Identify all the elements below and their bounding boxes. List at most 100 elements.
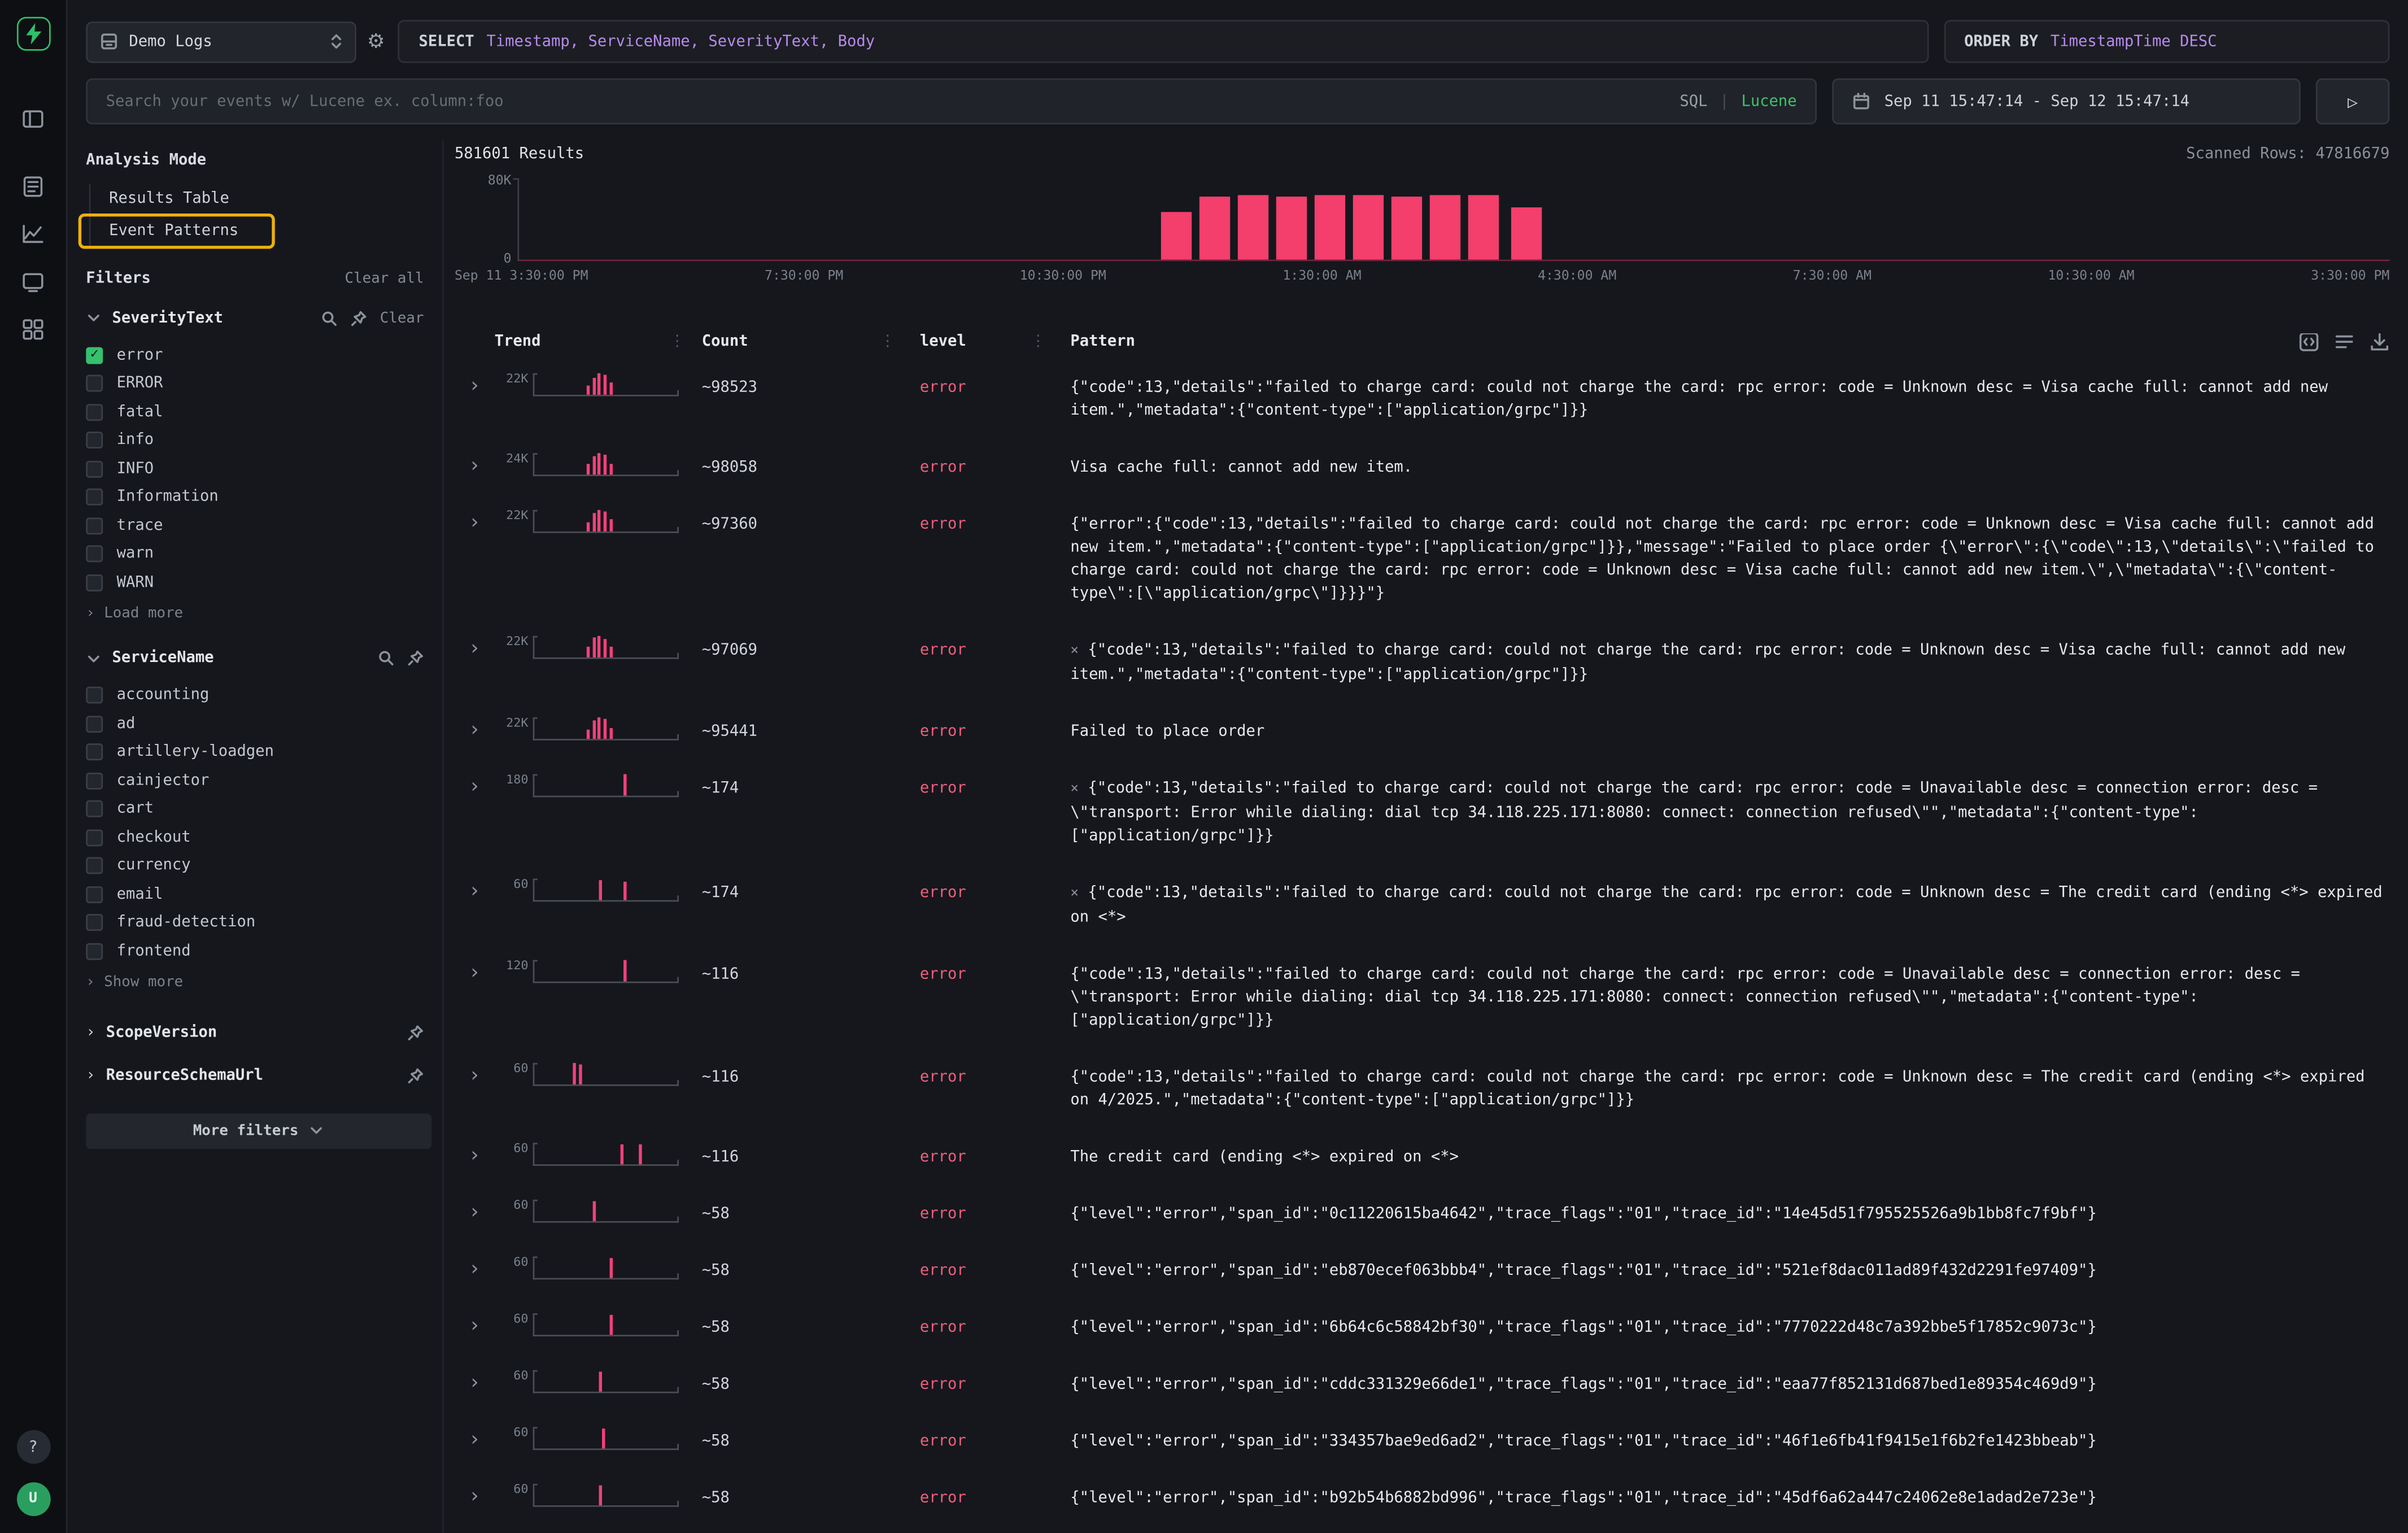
logs-icon[interactable] — [13, 167, 53, 204]
expand-chevron-icon[interactable]: › — [455, 1066, 495, 1087]
checkbox[interactable] — [86, 460, 103, 477]
filter-option-checkout[interactable]: checkout — [86, 824, 430, 852]
bolt-logo-icon[interactable] — [16, 17, 50, 51]
pattern-row[interactable]: › 60 ~116 error The credit card (ending … — [455, 1129, 2389, 1186]
checkbox[interactable] — [86, 404, 103, 421]
header-pattern[interactable]: Pattern — [1052, 333, 2390, 350]
pin-icon[interactable] — [407, 1025, 424, 1042]
help-button[interactable]: ? — [16, 1430, 50, 1464]
checkbox[interactable] — [86, 943, 103, 960]
filter-group-name[interactable]: SeverityText — [112, 310, 311, 326]
filter-option-cart[interactable]: cart — [86, 795, 430, 823]
expand-chevron-icon[interactable]: › — [455, 963, 495, 985]
checkbox[interactable] — [86, 772, 103, 789]
expand-chevron-icon[interactable]: › — [455, 720, 495, 742]
header-level[interactable]: level ⋮ — [901, 333, 1052, 350]
mode-item-results-table[interactable]: Results Table — [90, 184, 245, 214]
source-select[interactable]: Demo Logs — [86, 21, 356, 62]
pattern-row[interactable]: › 120 ~116 error {"code":13,"details":"f… — [455, 946, 2389, 1049]
checkbox[interactable] — [86, 517, 103, 534]
pattern-row[interactable]: › 60 ~58 error {"level":"error","span_id… — [455, 1186, 2389, 1243]
filter-option-ad[interactable]: ad — [86, 709, 430, 738]
filter-option-cainjector[interactable]: cainjector — [86, 766, 430, 795]
checkbox[interactable] — [86, 857, 103, 874]
chart-icon[interactable] — [13, 215, 53, 252]
show-more-button[interactable]: › Show more — [86, 969, 430, 996]
filter-option-fraud-detection[interactable]: fraud-detection — [86, 909, 430, 937]
order-by-input[interactable]: ORDER BY TimestampTime DESC — [1944, 20, 2390, 63]
search-icon[interactable] — [378, 650, 395, 667]
clear-group-button[interactable]: Clear — [380, 310, 424, 326]
expand-chevron-icon[interactable]: › — [455, 1430, 495, 1452]
header-count[interactable]: Count ⋮ — [691, 333, 902, 350]
checkbox[interactable] — [86, 546, 103, 563]
filter-option-warn[interactable]: warn — [86, 540, 430, 568]
load-more-button[interactable]: › Load more — [86, 600, 430, 628]
pattern-row[interactable]: › 60 ~58 error {"level":"error","span_id… — [455, 1243, 2389, 1300]
filter-option-ERROR[interactable]: ERROR — [86, 369, 430, 398]
table-options-icon[interactable] — [2334, 333, 2354, 352]
checkbox[interactable] — [86, 829, 103, 846]
checkbox[interactable] — [86, 687, 103, 704]
checkbox[interactable] — [86, 716, 103, 733]
pattern-row[interactable]: › 22K ~97360 error {"error":{"code":13,"… — [455, 496, 2389, 622]
pin-icon[interactable] — [407, 650, 424, 667]
expand-chevron-icon[interactable]: › — [455, 1260, 495, 1281]
expand-chevron-icon[interactable]: › — [455, 882, 495, 903]
expand-chevron-icon[interactable]: › — [455, 376, 495, 398]
filter-group-name[interactable]: ServiceName — [112, 650, 367, 667]
pattern-row[interactable]: › 60 ~58 error {"level":"error","span_id… — [455, 1470, 2389, 1527]
column-drag-handle-icon[interactable]: ⋮ — [880, 333, 895, 350]
pattern-row[interactable]: › 60 ~116 error {"code":13,"details":"fa… — [455, 1049, 2389, 1129]
sql-query-input[interactable]: SELECT Timestamp, ServiceName, SeverityT… — [397, 20, 1929, 63]
expand-chevron-icon[interactable]: › — [455, 1487, 495, 1508]
download-icon[interactable] — [2370, 333, 2389, 352]
filter-option-email[interactable]: email — [86, 880, 430, 908]
mode-item-event-patterns[interactable]: Event Patterns — [78, 214, 276, 249]
filter-option-trace[interactable]: trace — [86, 512, 430, 540]
expand-chevron-icon[interactable]: › — [455, 1146, 495, 1168]
panel-left-icon[interactable] — [13, 100, 53, 137]
pattern-row[interactable]: › 180 ~174 error ×{"code":13,"details":"… — [455, 760, 2389, 865]
checkbox[interactable]: ✓ — [86, 347, 103, 364]
pattern-row[interactable]: › 22K ~97069 error ×{"code":13,"details"… — [455, 622, 2389, 703]
dashboard-icon[interactable] — [13, 310, 53, 347]
filter-group-scopeversion[interactable]: › ScopeVersion — [86, 1012, 430, 1055]
filter-option-Information[interactable]: Information — [86, 483, 430, 511]
column-drag-handle-icon[interactable]: ⋮ — [1031, 333, 1046, 350]
expand-chevron-icon[interactable]: › — [455, 1317, 495, 1338]
gear-icon[interactable]: ⚙ — [367, 32, 385, 51]
checkbox[interactable] — [86, 432, 103, 449]
expand-chevron-icon[interactable]: › — [455, 639, 495, 660]
pin-icon[interactable] — [351, 310, 368, 326]
search-icon[interactable] — [321, 310, 338, 326]
expand-chevron-icon[interactable]: › — [455, 1373, 495, 1395]
run-query-button[interactable]: ▷ — [2316, 79, 2390, 125]
pattern-row[interactable]: › 60 ~58 error {"level":"error","span_id… — [455, 1413, 2389, 1470]
pin-icon[interactable] — [407, 1068, 424, 1085]
pattern-row[interactable]: › 22K ~98523 error {"code":13,"details":… — [455, 359, 2389, 439]
filter-option-fatal[interactable]: fatal — [86, 398, 430, 426]
checkbox[interactable] — [86, 574, 103, 591]
expand-chevron-icon[interactable]: › — [455, 777, 495, 799]
code-view-icon[interactable] — [2299, 333, 2319, 352]
chevron-down-icon[interactable] — [86, 651, 101, 666]
checkbox[interactable] — [86, 914, 103, 931]
clear-all-button[interactable]: Clear all — [345, 271, 424, 288]
filter-option-accounting[interactable]: accounting — [86, 681, 430, 709]
filter-option-WARN[interactable]: WARN — [86, 568, 430, 596]
more-filters-button[interactable]: More filters — [86, 1113, 431, 1148]
search-input[interactable] — [106, 93, 1668, 110]
checkbox[interactable] — [86, 489, 103, 506]
expand-chevron-icon[interactable]: › — [455, 1203, 495, 1224]
checkbox[interactable] — [86, 744, 103, 761]
terminal-icon[interactable] — [13, 263, 53, 299]
chevron-down-icon[interactable] — [86, 310, 101, 325]
checkbox[interactable] — [86, 375, 103, 392]
expand-chevron-icon[interactable]: › — [455, 513, 495, 534]
filter-group-resourceschemaurl[interactable]: › ResourceSchemaUrl — [86, 1055, 430, 1098]
expand-chevron-icon[interactable]: › — [455, 456, 495, 478]
pattern-row[interactable]: › 60 ~58 error {"level":"error","span_id… — [455, 1300, 2389, 1357]
column-drag-handle-icon[interactable]: ⋮ — [670, 333, 685, 350]
pattern-row[interactable]: › 22K ~95441 error Failed to place order — [455, 703, 2389, 760]
